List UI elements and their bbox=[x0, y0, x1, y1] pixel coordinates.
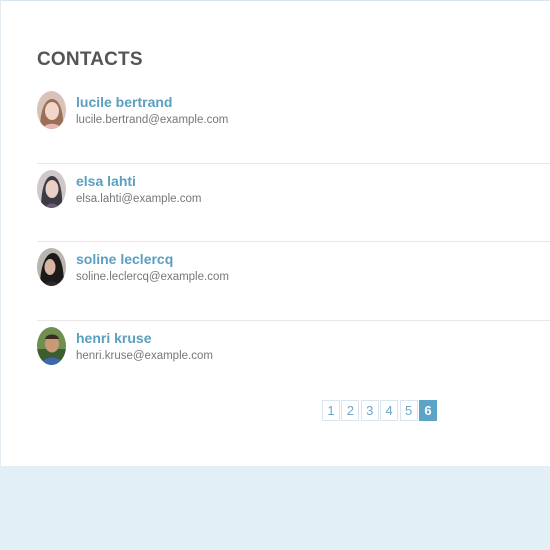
contact-row[interactable]: soline leclercq soline.leclercq@example.… bbox=[37, 242, 550, 321]
contact-name[interactable]: henri kruse bbox=[76, 330, 151, 346]
avatar-photo-icon bbox=[37, 91, 66, 129]
contact-name[interactable]: soline leclercq bbox=[76, 251, 173, 267]
contact-row[interactable]: elsa lahti elsa.lahti@example.com bbox=[37, 164, 550, 242]
avatar-photo-icon bbox=[37, 326, 66, 365]
contact-email: elsa.lahti@example.com bbox=[76, 192, 202, 205]
contacts-card: CONTACTS lucile bertrand lucile.bertrand… bbox=[0, 0, 550, 466]
contact-email: lucile.bertrand@example.com bbox=[76, 114, 229, 126]
avatar-photo-icon bbox=[37, 248, 66, 286]
page-title: CONTACTS bbox=[37, 49, 143, 70]
avatar[interactable] bbox=[37, 326, 66, 365]
contacts-list: lucile bertrand lucile.bertrand@example.… bbox=[37, 85, 550, 399]
pagination: 1 2 3 4 5 6 bbox=[322, 400, 438, 421]
contact-row[interactable]: henri kruse henri.kruse@example.com bbox=[37, 321, 550, 400]
page-5-button[interactable]: 5 bbox=[399, 400, 418, 421]
avatar[interactable] bbox=[37, 169, 66, 208]
page-3-button[interactable]: 3 bbox=[360, 400, 379, 421]
contact-name[interactable]: elsa lahti bbox=[76, 173, 136, 189]
page-4-button[interactable]: 4 bbox=[380, 400, 399, 421]
contact-name[interactable]: lucile bertrand bbox=[76, 94, 172, 110]
page-1-button[interactable]: 1 bbox=[322, 400, 340, 421]
contact-email: henri.kruse@example.com bbox=[76, 349, 213, 362]
page-2-button[interactable]: 2 bbox=[341, 400, 360, 421]
avatar[interactable] bbox=[37, 91, 66, 129]
contact-email: soline.leclercq@example.com bbox=[76, 271, 229, 283]
contact-row[interactable]: lucile bertrand lucile.bertrand@example.… bbox=[37, 85, 550, 164]
avatar-photo-icon bbox=[37, 169, 66, 208]
page-6-button[interactable]: 6 bbox=[418, 400, 437, 421]
avatar[interactable] bbox=[37, 248, 66, 286]
